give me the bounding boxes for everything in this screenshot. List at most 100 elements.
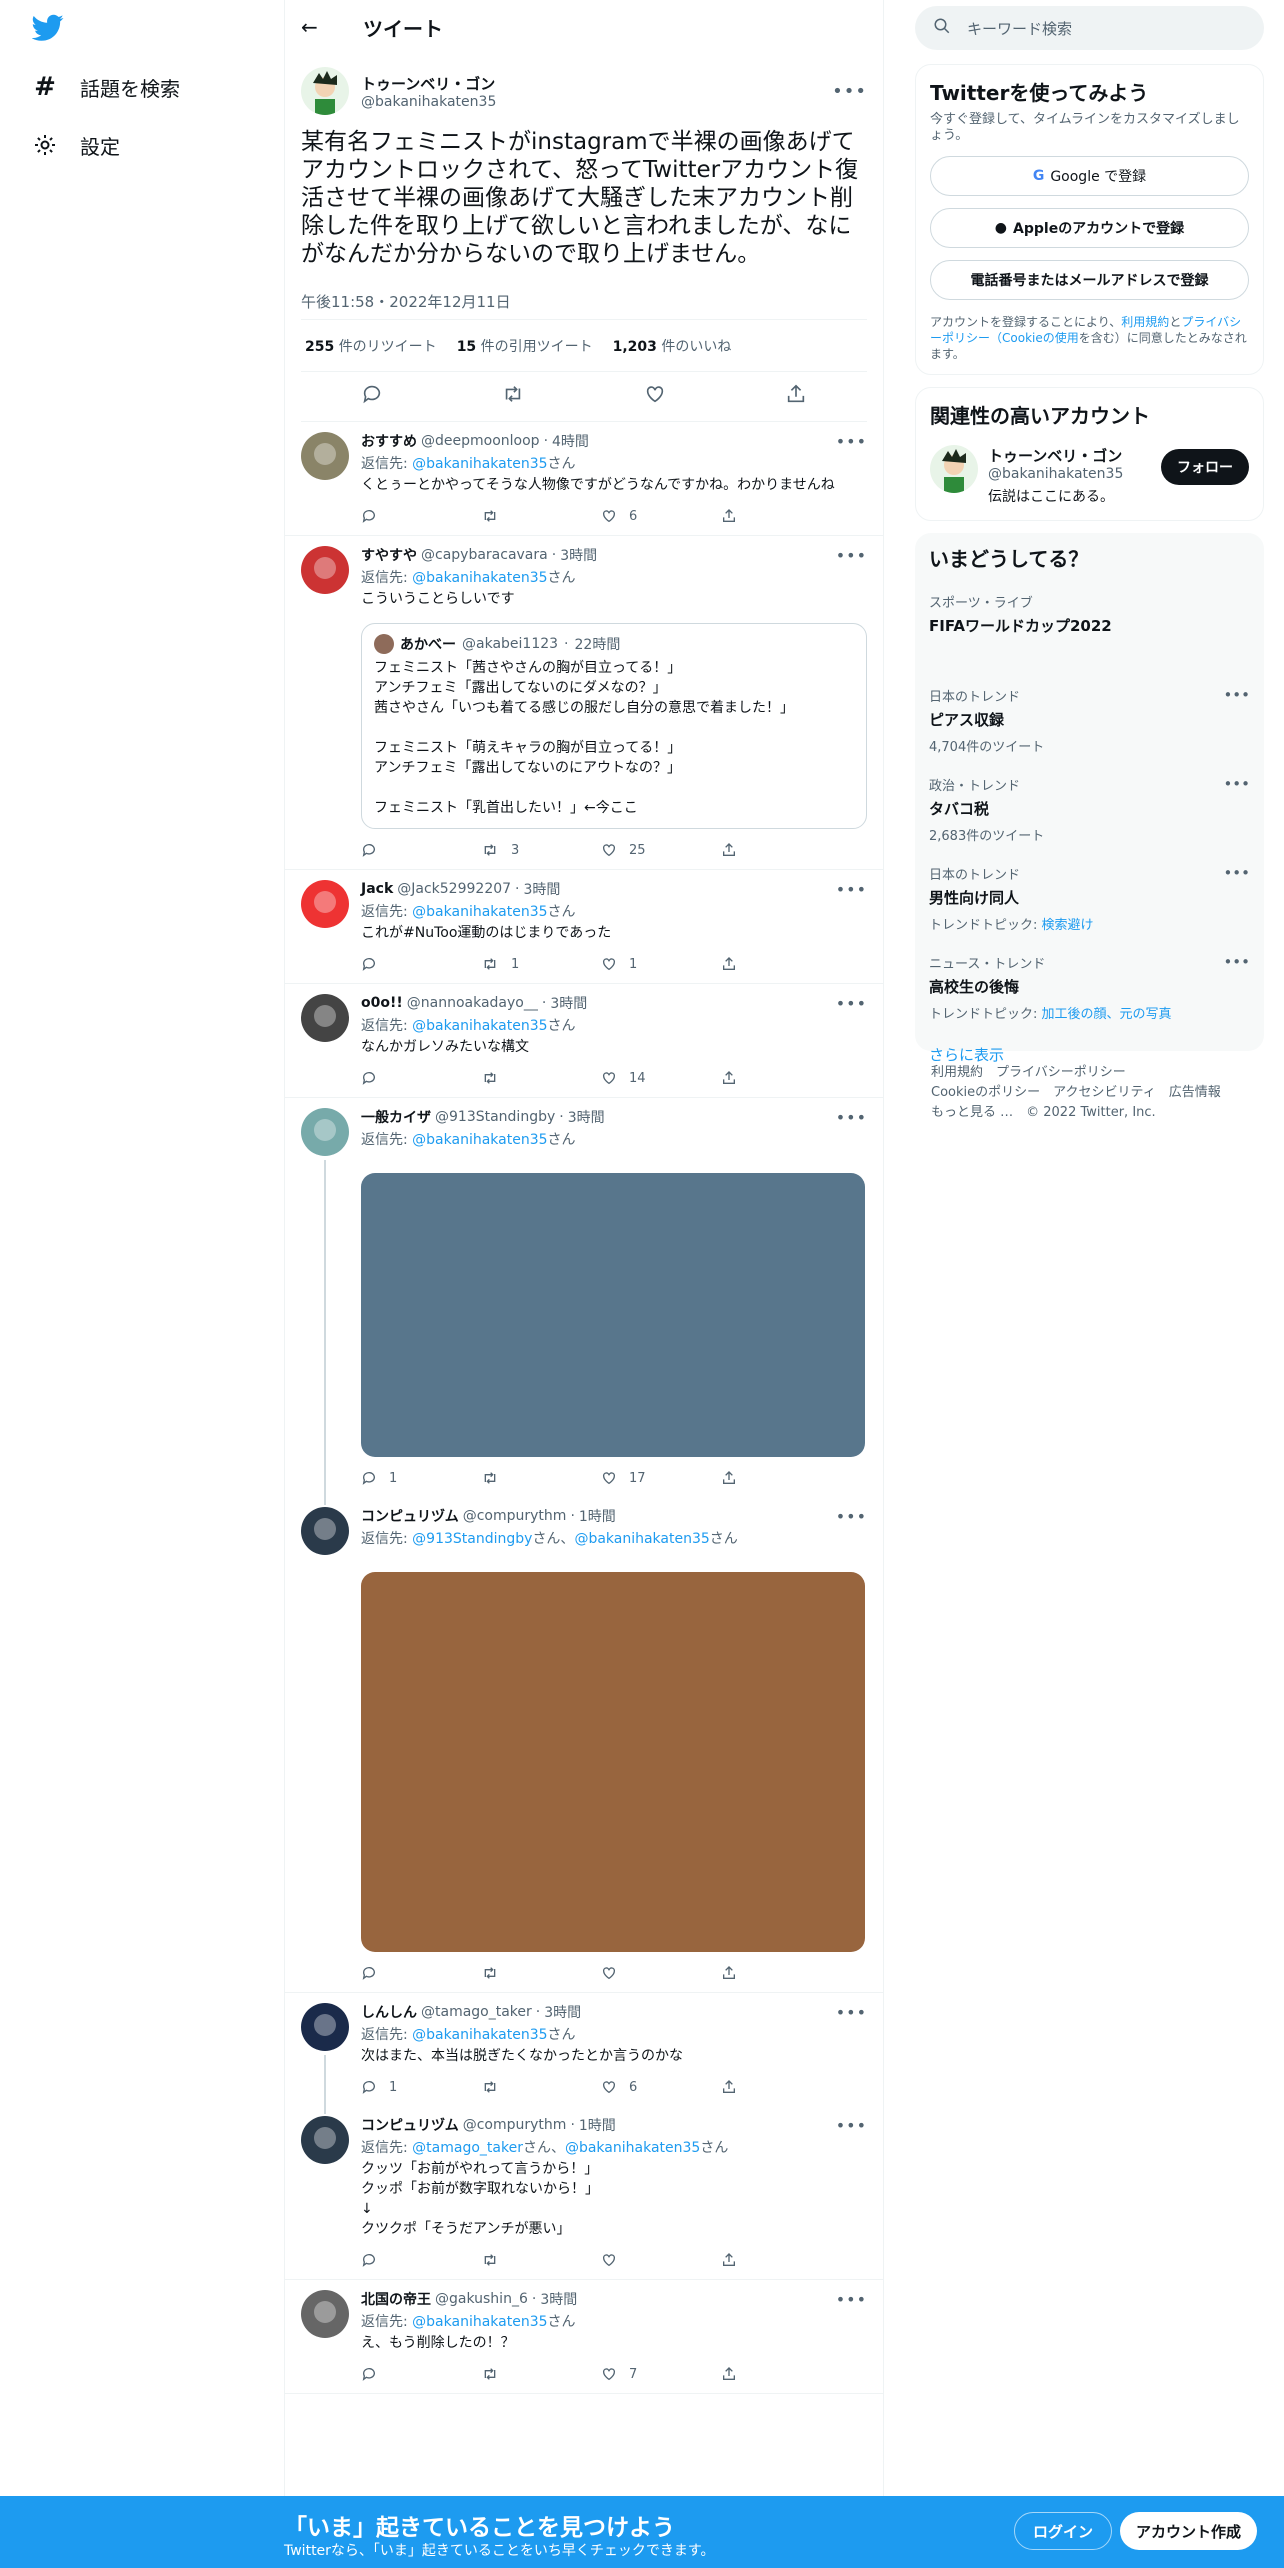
retweet-button[interactable] bbox=[481, 1070, 541, 1086]
media-image[interactable] bbox=[361, 1173, 865, 1457]
related-handle[interactable]: @bakanihakaten35 bbox=[988, 466, 1123, 482]
share-icon[interactable] bbox=[785, 383, 807, 410]
reply-to-link[interactable]: @bakanihakaten35 bbox=[412, 1018, 547, 1034]
reply-author-name[interactable]: o0o!! bbox=[361, 995, 403, 1011]
reply-author-name[interactable]: 北国の帝王 bbox=[361, 2289, 431, 2309]
reply-button[interactable]: 1 bbox=[361, 1470, 421, 1486]
more-icon[interactable]: ••• bbox=[1223, 864, 1250, 882]
share-button[interactable] bbox=[721, 2366, 781, 2382]
like-button[interactable]: 14 bbox=[601, 1070, 661, 1086]
reply-time[interactable]: 3時間 bbox=[560, 545, 597, 565]
reply-time[interactable]: 3時間 bbox=[550, 993, 587, 1013]
reply-button[interactable] bbox=[361, 2252, 421, 2268]
login-button[interactable]: ログイン bbox=[1014, 2512, 1113, 2550]
trend-item[interactable]: 政治・トレンド タバコ税 2,683件のツイート ••• bbox=[929, 775, 1250, 844]
reply-button[interactable]: 1 bbox=[361, 2079, 421, 2095]
more-icon[interactable]: ••• bbox=[836, 2003, 867, 2022]
footer-line-3[interactable]: もっと見る … © 2022 Twitter, Inc. bbox=[931, 1103, 1248, 1123]
reply-author-name[interactable]: おすすめ bbox=[361, 431, 417, 451]
footer-line-1[interactable]: 利用規約 プライバシーポリシー bbox=[931, 1063, 1248, 1083]
footer-line-2[interactable]: Cookieのポリシー アクセシビリティ 広告情報 bbox=[931, 1083, 1248, 1103]
avatar[interactable] bbox=[301, 432, 349, 480]
avatar[interactable] bbox=[301, 67, 349, 115]
reply-to-link[interactable]: @bakanihakaten35 bbox=[412, 2314, 547, 2330]
follow-button[interactable]: フォロー bbox=[1161, 449, 1249, 485]
like-button[interactable]: 1 bbox=[601, 956, 661, 972]
reply-time[interactable]: 3時間 bbox=[544, 2002, 581, 2022]
retweet-button[interactable] bbox=[481, 2366, 541, 2382]
share-button[interactable] bbox=[721, 2079, 781, 2095]
reply-author-handle[interactable]: @capybaracavara bbox=[421, 547, 548, 563]
reply-author-name[interactable]: 一般カイザ bbox=[361, 1107, 431, 1127]
signup-button[interactable]: アカウント作成 bbox=[1120, 2512, 1258, 2550]
reply-time[interactable]: 3時間 bbox=[540, 2289, 577, 2309]
more-icon[interactable]: ••• bbox=[836, 1507, 867, 1526]
reply-to-link[interactable]: @bakanihakaten35 bbox=[412, 904, 547, 920]
reply-author-name[interactable]: コンピュリヅム bbox=[361, 1506, 459, 1526]
like-button[interactable]: 25 bbox=[601, 842, 661, 858]
avatar[interactable] bbox=[301, 2290, 349, 2338]
reply-to-link[interactable]: @bakanihakaten35 bbox=[412, 1132, 547, 1148]
avatar[interactable] bbox=[301, 2003, 349, 2051]
reply-tweet[interactable]: すやすや @capybaracavara · 3時間 ••• 返信先: @bakaniha… bbox=[285, 536, 883, 870]
google-signup-button[interactable]: G Google で登録 bbox=[930, 156, 1249, 196]
tweet-timestamp[interactable]: 午後11:58・2022年12月11日 bbox=[301, 284, 867, 320]
trend-topic-link[interactable]: 加工後の顔、元の写真 bbox=[1042, 1007, 1172, 1022]
reply-button[interactable] bbox=[361, 1965, 421, 1981]
reply-author-name[interactable]: すやすや bbox=[361, 545, 417, 565]
retweet-button[interactable] bbox=[481, 1470, 541, 1486]
avatar[interactable] bbox=[301, 1108, 349, 1156]
reply-time[interactable]: 4時間 bbox=[552, 431, 589, 451]
back-arrow-icon[interactable]: ← bbox=[301, 15, 331, 39]
more-icon[interactable]: ••• bbox=[836, 546, 867, 565]
avatar[interactable] bbox=[301, 1507, 349, 1555]
author-name[interactable]: トゥーンベリ・ゴン bbox=[361, 73, 496, 94]
retweet-icon[interactable] bbox=[502, 383, 524, 410]
nav-explore[interactable]: # 話題を検索 bbox=[30, 62, 180, 112]
retweet-stat[interactable]: 255 件のリツイート bbox=[305, 336, 437, 356]
like-stat[interactable]: 1,203 件のいいね bbox=[613, 336, 732, 356]
reply-to-link[interactable]: @bakanihakaten35 bbox=[412, 570, 547, 586]
like-icon[interactable] bbox=[644, 383, 666, 410]
reply-tweet[interactable]: 北国の帝王 @gakushin_6 · 3時間 ••• 返信先: @bakanihakat… bbox=[285, 2280, 883, 2394]
reply-tweet[interactable]: コンピュリヅム @compurythm · 1時間 ••• 返信先: @913Standi… bbox=[285, 1497, 883, 1993]
reply-button[interactable] bbox=[361, 2366, 421, 2382]
retweet-button[interactable]: 3 bbox=[481, 842, 541, 858]
more-icon[interactable]: ••• bbox=[1223, 686, 1250, 704]
reply-tweet[interactable]: コンピュリヅム @compurythm · 1時間 ••• 返信先: @tamago_ta… bbox=[285, 2106, 883, 2280]
reply-author-handle[interactable]: @gakushin_6 bbox=[435, 2291, 528, 2307]
reply-author-handle[interactable]: @compurythm bbox=[463, 1508, 567, 1524]
avatar[interactable] bbox=[301, 546, 349, 594]
twitter-logo-icon[interactable] bbox=[31, 14, 68, 44]
retweet-button[interactable] bbox=[481, 2252, 541, 2268]
share-button[interactable] bbox=[721, 956, 781, 972]
more-icon[interactable]: ••• bbox=[836, 2116, 867, 2135]
reply-author-handle[interactable]: @tamago_taker bbox=[421, 2004, 532, 2020]
reply-button[interactable] bbox=[361, 956, 421, 972]
quote-stat[interactable]: 15 件の引用ツイート bbox=[457, 336, 593, 356]
retweet-button[interactable] bbox=[481, 2079, 541, 2095]
like-button[interactable] bbox=[601, 1965, 661, 1981]
like-button[interactable]: 7 bbox=[601, 2366, 661, 2382]
trend-item[interactable]: スポーツ・ライブ FIFAワールドカップ2022 bbox=[929, 592, 1250, 636]
retweet-button[interactable] bbox=[481, 1965, 541, 1981]
nav-settings[interactable]: 設定 bbox=[30, 120, 120, 170]
reply-author-handle[interactable]: @nannoakadayo__ bbox=[407, 995, 538, 1011]
media-image[interactable] bbox=[361, 1572, 865, 1952]
reply-time[interactable]: 3時間 bbox=[524, 879, 561, 899]
reply-to-link[interactable]: @913Standingby bbox=[412, 1531, 532, 1547]
trend-item[interactable]: 日本のトレンド 男性向け同人 トレンドトピック: 検索避け ••• bbox=[929, 864, 1250, 933]
share-button[interactable] bbox=[721, 508, 781, 524]
avatar[interactable] bbox=[301, 880, 349, 928]
reply-button[interactable] bbox=[361, 508, 421, 524]
related-name[interactable]: トゥーンベリ・ゴン bbox=[988, 445, 1123, 466]
retweet-button[interactable]: 1 bbox=[481, 956, 541, 972]
reply-author-handle[interactable]: @Jack52992207 bbox=[397, 881, 511, 897]
search-box[interactable]: キーワード検索 bbox=[915, 6, 1264, 50]
like-button[interactable]: 6 bbox=[601, 2079, 661, 2095]
more-icon[interactable]: ••• bbox=[1223, 953, 1250, 971]
share-button[interactable] bbox=[721, 842, 781, 858]
quoted-tweet[interactable]: あかべー @akabei1123 · 22時間 フェミニスト「茜さやさんの胸が目立ってる… bbox=[361, 623, 867, 829]
reply-to-link[interactable]: @bakanihakaten35 bbox=[412, 2027, 547, 2043]
reply-to-link[interactable]: @tamago_taker bbox=[412, 2140, 523, 2156]
